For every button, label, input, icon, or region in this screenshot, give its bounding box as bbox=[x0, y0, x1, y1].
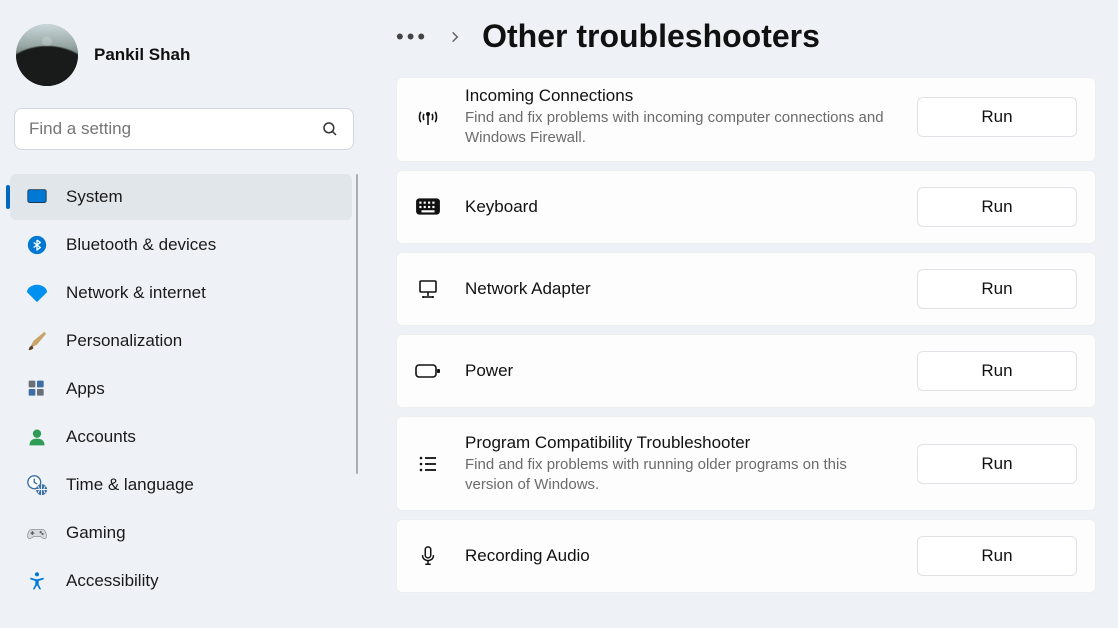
run-button[interactable]: Run bbox=[917, 444, 1077, 484]
breadcrumb-more-icon[interactable]: ••• bbox=[396, 24, 428, 50]
nav-label: Apps bbox=[66, 379, 105, 399]
main-content: ••• Other troubleshooters bbox=[368, 0, 1118, 628]
nav-list: System Bluetooth & devices Network bbox=[10, 174, 358, 604]
keyboard-icon bbox=[415, 194, 441, 220]
sidebar-item-system[interactable]: System bbox=[10, 174, 352, 220]
troubleshooter-keyboard: Keyboard Run bbox=[396, 170, 1096, 244]
gamepad-icon bbox=[26, 522, 48, 544]
nav-label: System bbox=[66, 187, 123, 207]
card-title: Keyboard bbox=[465, 197, 893, 217]
signal-icon bbox=[415, 104, 441, 130]
brush-icon bbox=[26, 330, 48, 352]
sidebar-item-bluetooth[interactable]: Bluetooth & devices bbox=[10, 222, 352, 268]
battery-icon bbox=[415, 358, 441, 384]
list-settings-icon bbox=[415, 451, 441, 477]
wifi-icon bbox=[26, 282, 48, 304]
nav-label: Accessibility bbox=[66, 571, 159, 591]
run-button[interactable]: Run bbox=[917, 351, 1077, 391]
card-desc: Find and fix problems with incoming comp… bbox=[465, 108, 885, 147]
network-adapter-icon bbox=[415, 276, 441, 302]
scrollbar[interactable] bbox=[356, 174, 358, 474]
apps-icon bbox=[26, 378, 48, 400]
card-title: Incoming Connections bbox=[465, 86, 893, 106]
nav-label: Time & language bbox=[66, 475, 194, 495]
nav-label: Accounts bbox=[66, 427, 136, 447]
run-button[interactable]: Run bbox=[917, 269, 1077, 309]
accessibility-icon bbox=[26, 570, 48, 592]
breadcrumb: ••• Other troubleshooters bbox=[396, 18, 1096, 55]
card-title: Power bbox=[465, 361, 893, 381]
run-button[interactable]: Run bbox=[917, 97, 1077, 137]
sidebar-item-time-language[interactable]: Time & language bbox=[10, 462, 352, 508]
bluetooth-icon bbox=[26, 234, 48, 256]
troubleshooter-list: Incoming Connections Find and fix proble… bbox=[396, 77, 1096, 593]
sidebar-item-gaming[interactable]: Gaming bbox=[10, 510, 352, 556]
run-button[interactable]: Run bbox=[917, 187, 1077, 227]
search-icon bbox=[321, 120, 339, 138]
sidebar-item-personalization[interactable]: Personalization bbox=[10, 318, 352, 364]
system-icon bbox=[26, 186, 48, 208]
account-header[interactable]: Pankil Shah bbox=[10, 16, 358, 106]
sidebar-item-accessibility[interactable]: Accessibility bbox=[10, 558, 352, 604]
troubleshooter-recording-audio: Recording Audio Run bbox=[396, 519, 1096, 593]
nav-label: Network & internet bbox=[66, 283, 206, 303]
card-title: Program Compatibility Troubleshooter bbox=[465, 433, 893, 453]
sidebar-item-accounts[interactable]: Accounts bbox=[10, 414, 352, 460]
search-input[interactable] bbox=[14, 108, 354, 150]
troubleshooter-incoming-connections: Incoming Connections Find and fix proble… bbox=[396, 77, 1096, 162]
troubleshooter-program-compatibility: Program Compatibility Troubleshooter Fin… bbox=[396, 416, 1096, 511]
nav-label: Gaming bbox=[66, 523, 126, 543]
sidebar-item-network[interactable]: Network & internet bbox=[10, 270, 352, 316]
page-title: Other troubleshooters bbox=[482, 18, 820, 55]
avatar bbox=[16, 24, 78, 86]
sidebar-item-apps[interactable]: Apps bbox=[10, 366, 352, 412]
nav-label: Bluetooth & devices bbox=[66, 235, 216, 255]
search-field[interactable] bbox=[29, 119, 321, 139]
chevron-right-icon bbox=[448, 30, 462, 44]
card-desc: Find and fix problems with running older… bbox=[465, 455, 885, 494]
clock-globe-icon bbox=[26, 474, 48, 496]
card-title: Recording Audio bbox=[465, 546, 893, 566]
person-icon bbox=[26, 426, 48, 448]
troubleshooter-network-adapter: Network Adapter Run bbox=[396, 252, 1096, 326]
mic-icon bbox=[415, 543, 441, 569]
sidebar: Pankil Shah System bbox=[0, 0, 368, 628]
run-button[interactable]: Run bbox=[917, 536, 1077, 576]
nav-label: Personalization bbox=[66, 331, 182, 351]
troubleshooter-power: Power Run bbox=[396, 334, 1096, 408]
username: Pankil Shah bbox=[94, 45, 190, 65]
card-title: Network Adapter bbox=[465, 279, 893, 299]
